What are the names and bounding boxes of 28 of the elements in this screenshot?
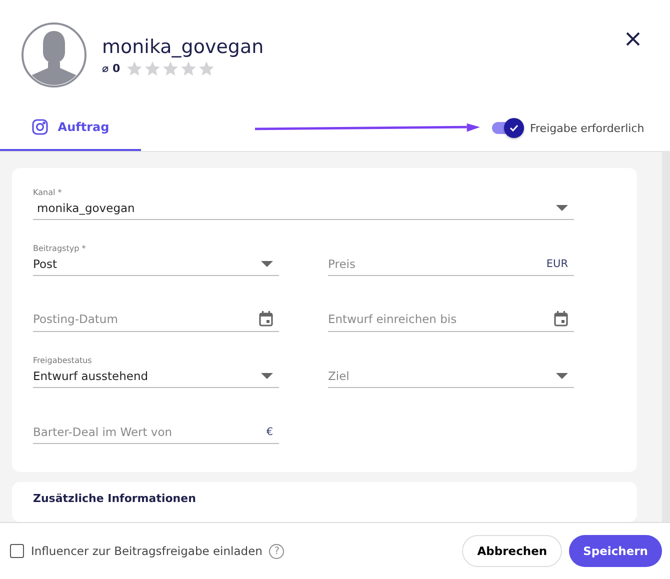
section-title: Zusätzliche Informationen (33, 492, 197, 505)
toggle-label: Freigabe erforderlich (530, 122, 644, 134)
approval-toggle[interactable] (490, 118, 524, 138)
camera-icon (32, 119, 48, 135)
avatar-icon (21, 22, 87, 88)
select-field[interactable]: Kanal * monika_govegan (33, 174, 574, 230)
input-field[interactable]: Preis EUR (328, 230, 574, 286)
select-field[interactable]: Ziel (328, 342, 574, 398)
date-field[interactable]: Posting-Datum (33, 286, 279, 342)
close-button[interactable] (624, 30, 642, 48)
check-icon (509, 123, 519, 133)
dropdown-caret-icon (261, 373, 273, 379)
average-rating: ⌀ 0 (102, 62, 120, 75)
calendar-icon (554, 311, 568, 327)
dropdown-caret-icon (261, 261, 273, 267)
calendar-icon (259, 311, 273, 327)
date-field[interactable]: Entwurf einreichen bis (328, 286, 574, 342)
dropdown-caret-icon (556, 373, 568, 379)
input-field[interactable]: Barter-Deal im Wert von € (33, 398, 279, 454)
save-button[interactable]: Speichern (569, 535, 662, 567)
select-field[interactable]: Freigabestatus Entwurf ausstehend (33, 342, 279, 398)
cancel-button[interactable]: Abbrechen (462, 535, 562, 567)
invite-checkbox[interactable] (10, 544, 24, 558)
select-field[interactable]: Beitragstyp * Post (33, 230, 279, 286)
arrow-icon (255, 123, 480, 133)
dropdown-caret-icon (556, 205, 568, 211)
invite-label: Influencer zur Beitragsfreigabe einladen (31, 544, 262, 558)
profile-name: monika_govegan (102, 36, 264, 58)
